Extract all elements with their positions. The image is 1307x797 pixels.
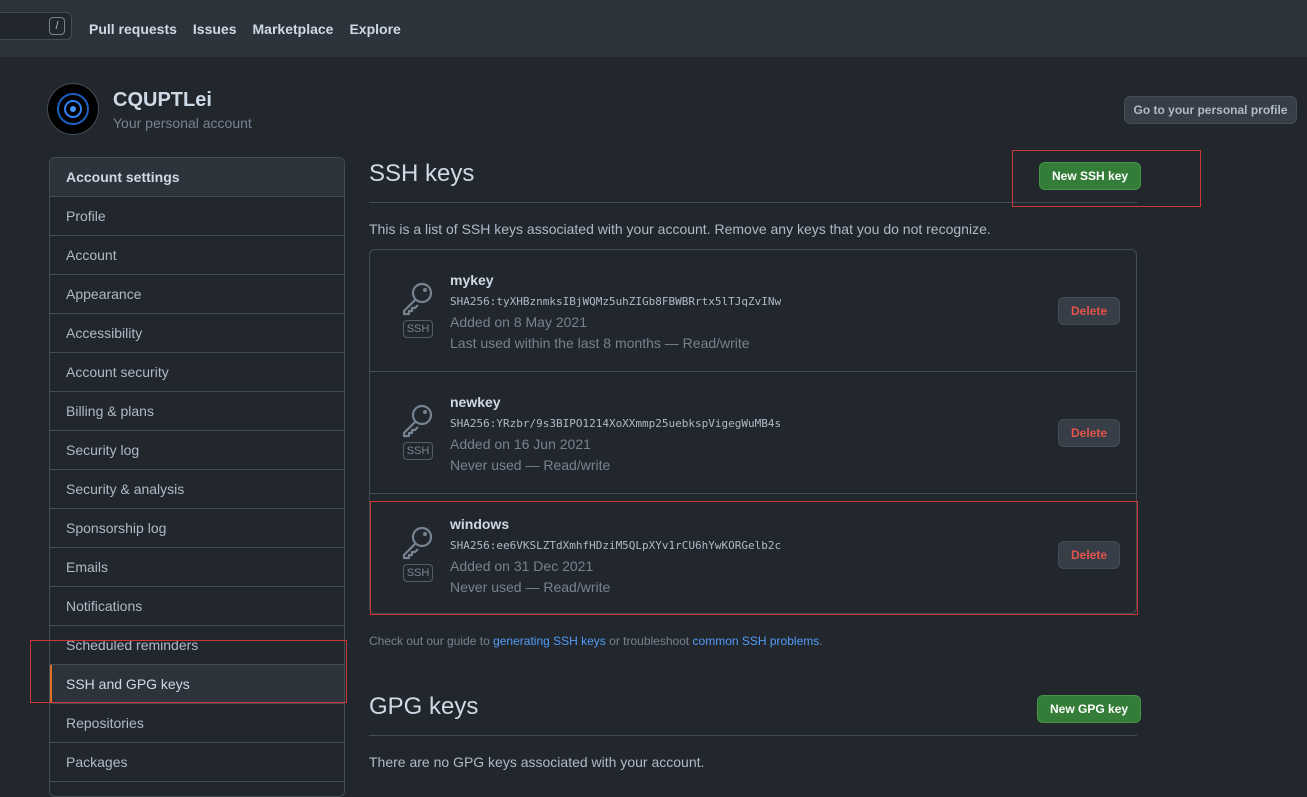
gpg-keys-title: GPG keys [369, 693, 479, 720]
key-icon [402, 404, 433, 438]
new-gpg-key-button[interactable]: New GPG key [1037, 695, 1142, 723]
sidebar-item-account[interactable]: Account [50, 236, 344, 275]
sidebar-item-billing[interactable]: Billing & plans [50, 392, 344, 431]
avatar[interactable] [48, 84, 98, 134]
key-last-used: Last used within the last 8 months — Rea… [450, 335, 750, 351]
annotation-box-new-ssh-key [1012, 150, 1201, 207]
sidebar-item-account-security[interactable]: Account security [50, 353, 344, 392]
key-last-used: Never used — Read/write [450, 457, 611, 473]
guide-suffix: . [819, 634, 823, 648]
gpg-empty-message: There are no GPG keys associated with yo… [369, 754, 705, 770]
ssh-badge: SSH [403, 442, 433, 460]
nav-pull-requests[interactable]: Pull requests [89, 21, 177, 37]
ssh-keys-description: This is a list of SSH keys associated wi… [369, 221, 991, 237]
annotation-box-windows-key [370, 501, 1138, 615]
sidebar-item-repositories[interactable]: Repositories [50, 704, 344, 743]
annotation-box-sidebar-ssh [30, 640, 347, 703]
sidebar-heading: Account settings [50, 158, 344, 197]
key-fingerprint: SHA256:YRzbr/9s3BIPO1214XoXXmmp25uebkspV… [450, 417, 782, 430]
ssh-key-row: SSH newkey SHA256:YRzbr/9s3BIPO1214XoXXm… [370, 372, 1136, 494]
key-fingerprint: SHA256:tyXHBznmksIBjWQMz5uhZIGb8FBWBRrtx… [450, 295, 782, 308]
search-shortcut-key: / [49, 17, 65, 35]
search-input[interactable]: / [0, 12, 72, 40]
sidebar-item-packages[interactable]: Packages [50, 743, 344, 782]
nav-marketplace[interactable]: Marketplace [253, 21, 334, 37]
sidebar-item-profile[interactable]: Profile [50, 197, 344, 236]
sidebar-item-accessibility[interactable]: Accessibility [50, 314, 344, 353]
go-to-profile-button[interactable]: Go to your personal profile [1124, 96, 1297, 124]
guide-middle: or troubleshoot [605, 634, 693, 648]
sidebar-item-emails[interactable]: Emails [50, 548, 344, 587]
guide-prefix: Check out our guide to [369, 634, 494, 648]
sidebar-item-appearance[interactable]: Appearance [50, 275, 344, 314]
ssh-key-row: SSH mykey SHA256:tyXHBznmksIBjWQMz5uhZIG… [370, 250, 1136, 372]
ssh-badge: SSH [403, 320, 433, 338]
sidebar-item-sponsorship-log[interactable]: Sponsorship log [50, 509, 344, 548]
nav-explore[interactable]: Explore [349, 21, 400, 37]
account-type-label: Your personal account [113, 115, 252, 131]
ssh-keys-title: SSH keys [369, 160, 475, 187]
key-added-date: Added on 8 May 2021 [450, 314, 587, 330]
sidebar-item-notifications[interactable]: Notifications [50, 587, 344, 626]
global-nav: Pull requests Issues Marketplace Explore [89, 0, 417, 57]
key-title: newkey [450, 394, 501, 410]
delete-key-button[interactable]: Delete [1058, 419, 1120, 447]
sidebar-item-security-log[interactable]: Security log [50, 431, 344, 470]
key-title: mykey [450, 272, 494, 288]
key-icon [402, 282, 433, 316]
key-added-date: Added on 16 Jun 2021 [450, 436, 591, 452]
delete-key-button[interactable]: Delete [1058, 297, 1120, 325]
username[interactable]: CQUPTLei [113, 89, 212, 112]
sidebar-item-security-analysis[interactable]: Security & analysis [50, 470, 344, 509]
ssh-guide-text: Check out our guide to generating SSH ke… [369, 634, 823, 648]
generating-ssh-keys-link[interactable]: generating SSH keys [493, 634, 606, 648]
top-header: / Pull requests Issues Marketplace Explo… [0, 0, 1307, 57]
common-ssh-problems-link[interactable]: common SSH problems [693, 634, 820, 648]
nav-issues[interactable]: Issues [193, 21, 237, 37]
gpg-keys-section-header: GPG keys [369, 687, 1137, 736]
